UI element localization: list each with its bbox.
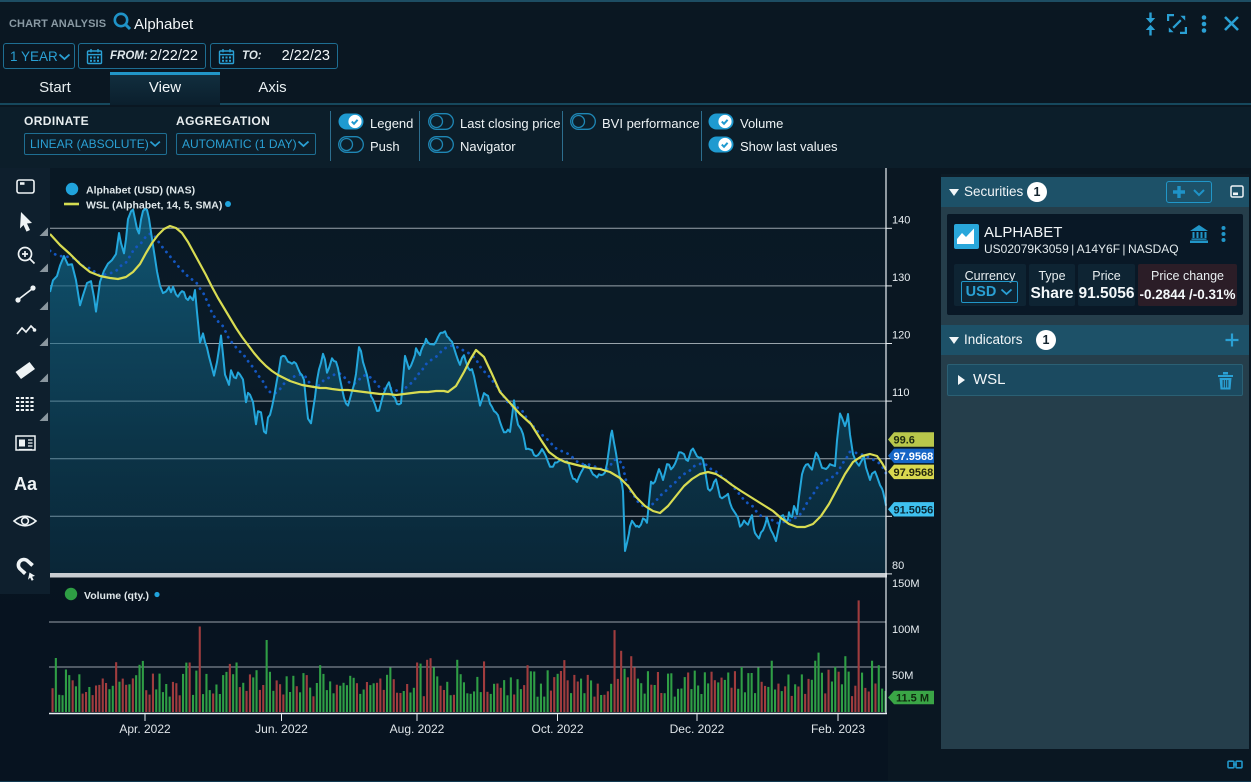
svg-text:110: 110 [892, 387, 910, 399]
svg-text:WSL (Alphabet, 14, 5, SMA): WSL (Alphabet, 14, 5, SMA) [86, 200, 222, 212]
svg-text:Apr. 2022: Apr. 2022 [119, 722, 171, 736]
svg-text:Aug. 2022: Aug. 2022 [390, 722, 445, 736]
svg-text:80: 80 [892, 560, 904, 572]
svg-text:91.5056: 91.5056 [894, 504, 934, 516]
svg-text:97.9568: 97.9568 [894, 451, 934, 463]
svg-text:150M: 150M [892, 578, 920, 590]
svg-text:Feb. 2023: Feb. 2023 [811, 722, 865, 736]
svg-text:97.9568: 97.9568 [894, 467, 934, 479]
svg-text:Aa: Aa [14, 474, 38, 494]
svg-text:50M: 50M [892, 670, 913, 682]
svg-text:Dec. 2022: Dec. 2022 [670, 722, 725, 736]
svg-text:Alphabet (USD) (NAS): Alphabet (USD) (NAS) [86, 185, 195, 197]
svg-text:99.6: 99.6 [894, 435, 915, 447]
svg-text:100M: 100M [892, 624, 920, 636]
svg-text:130: 130 [892, 272, 910, 284]
svg-text:Volume (qty.): Volume (qty.) [84, 590, 149, 602]
svg-text:140: 140 [892, 214, 910, 226]
svg-text:Jun. 2022: Jun. 2022 [255, 722, 308, 736]
svg-text:Oct. 2022: Oct. 2022 [531, 722, 583, 736]
svg-text:120: 120 [892, 330, 910, 342]
svg-text:11.5 M: 11.5 M [896, 693, 929, 705]
